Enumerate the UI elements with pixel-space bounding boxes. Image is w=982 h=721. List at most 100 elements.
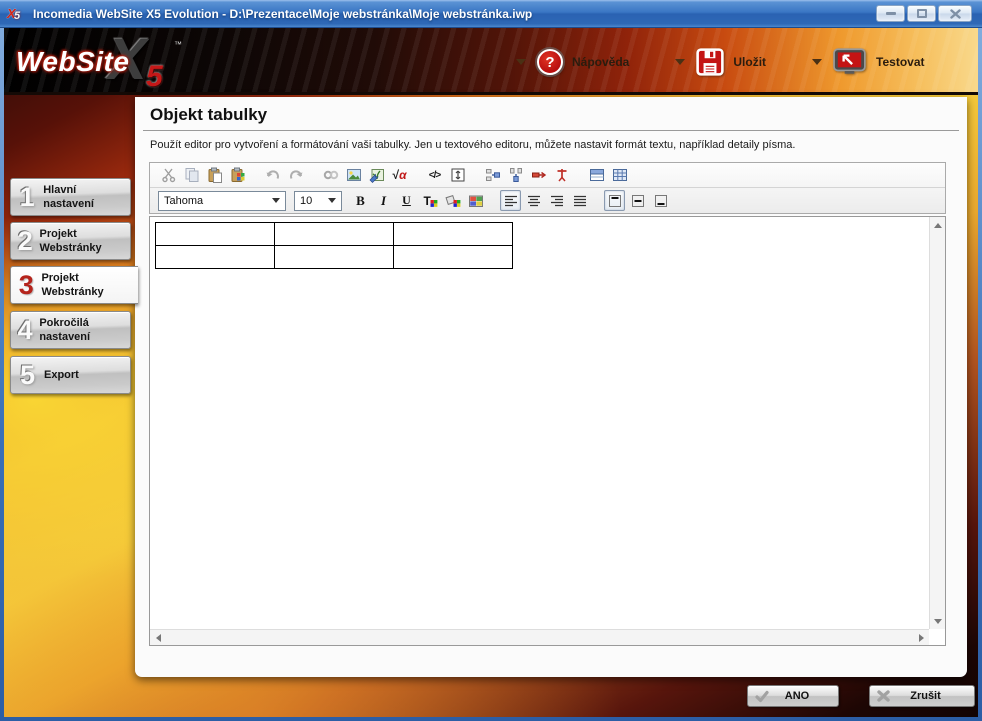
scroll-right-button[interactable] bbox=[913, 630, 929, 646]
step-number: 3 bbox=[11, 272, 41, 299]
sidebar-step-1[interactable]: 1Hlavní nastavení bbox=[10, 178, 131, 216]
svg-text:T: T bbox=[423, 194, 431, 208]
align-left-button[interactable] bbox=[500, 190, 521, 211]
paste-button[interactable] bbox=[204, 165, 225, 186]
nav-label: Uložit bbox=[733, 55, 766, 69]
step-label: Hlavní nastavení bbox=[43, 183, 130, 212]
split-cells-icon bbox=[554, 167, 570, 183]
help-nav-button[interactable]: ?Nápověda bbox=[516, 49, 629, 75]
table-cell[interactable] bbox=[275, 246, 394, 269]
paste-special-button[interactable] bbox=[227, 165, 248, 186]
dropdown-arrow-icon[interactable] bbox=[516, 59, 526, 65]
split-cells-button[interactable] bbox=[551, 165, 572, 186]
text-color-icon: T bbox=[422, 193, 438, 209]
editor-toolbar: √α </> Tahoma 10 BIUT bbox=[149, 162, 946, 214]
insert-column-icon bbox=[508, 167, 524, 183]
bold-button[interactable]: B bbox=[350, 190, 371, 211]
scroll-down-button[interactable] bbox=[930, 613, 946, 629]
image-edit-button[interactable] bbox=[366, 165, 387, 186]
sidebar-step-4[interactable]: 4Pokročilá nastavení bbox=[10, 311, 131, 349]
scroll-up-button[interactable] bbox=[930, 217, 946, 233]
website-x5-logo: X WebSite 5 ™ bbox=[16, 38, 206, 90]
arrow-up-icon bbox=[934, 223, 942, 228]
arrow-down-icon bbox=[934, 619, 942, 624]
object-size-icon bbox=[450, 167, 466, 183]
italic-icon: I bbox=[381, 193, 386, 209]
format-buttons: BIUT bbox=[350, 190, 673, 211]
page-title: Objekt tabulky bbox=[150, 105, 952, 125]
sidebar-step-3[interactable]: 3Projekt Webstránky bbox=[10, 266, 138, 304]
toolbar-separator bbox=[470, 165, 482, 185]
test-nav-button[interactable]: Testovat bbox=[812, 48, 924, 76]
align-justify-icon bbox=[572, 193, 588, 209]
font-size-select[interactable]: 10 bbox=[294, 191, 342, 211]
sidebar-step-5[interactable]: 5Export bbox=[10, 356, 131, 394]
insert-column-button[interactable] bbox=[505, 165, 526, 186]
undo-button[interactable] bbox=[262, 165, 283, 186]
ok-button[interactable]: ANO bbox=[747, 685, 839, 707]
cell-properties-button[interactable] bbox=[609, 165, 630, 186]
align-right-button[interactable] bbox=[546, 190, 567, 211]
cell-properties-icon bbox=[612, 167, 628, 183]
valign-middle-button[interactable] bbox=[627, 190, 648, 211]
dropdown-arrow-icon[interactable] bbox=[812, 59, 822, 65]
content-table bbox=[155, 222, 513, 269]
horizontal-scrollbar[interactable] bbox=[150, 629, 929, 645]
align-center-button[interactable] bbox=[523, 190, 544, 211]
fill-color-button[interactable] bbox=[442, 190, 463, 211]
step-number: 2 bbox=[11, 228, 39, 255]
table-editor-area[interactable] bbox=[149, 216, 946, 646]
table-cell[interactable] bbox=[275, 223, 394, 246]
save-nav-button[interactable]: Uložit bbox=[675, 48, 766, 76]
html-code-button[interactable]: </> bbox=[424, 165, 445, 186]
close-button[interactable] bbox=[938, 5, 972, 22]
align-justify-button[interactable] bbox=[569, 190, 590, 211]
table-cell[interactable] bbox=[156, 246, 275, 269]
italic-button[interactable]: I bbox=[373, 190, 394, 211]
undo-icon bbox=[265, 167, 281, 183]
insert-row-button[interactable] bbox=[482, 165, 503, 186]
cut-button[interactable] bbox=[158, 165, 179, 186]
object-size-button[interactable] bbox=[447, 165, 468, 186]
app-content: X WebSite 5 ™ ?Nápověda Uložit Testovat 1H… bbox=[4, 28, 978, 717]
scroll-left-button[interactable] bbox=[150, 630, 166, 646]
image-button[interactable] bbox=[343, 165, 364, 186]
redo-button[interactable] bbox=[285, 165, 306, 186]
nav-label: Nápověda bbox=[572, 55, 629, 69]
header-bar: X WebSite 5 ™ ?Nápověda Uložit Testovat bbox=[4, 28, 978, 95]
formula-button[interactable]: √α bbox=[389, 165, 410, 186]
valign-top-button[interactable] bbox=[604, 190, 625, 211]
copy-button[interactable] bbox=[181, 165, 202, 186]
maximize-button[interactable] bbox=[907, 5, 936, 22]
valign-bottom-button[interactable] bbox=[650, 190, 671, 211]
font-family-select[interactable]: Tahoma bbox=[158, 191, 286, 211]
sidebar-step-2[interactable]: 2Projekt Webstránky bbox=[10, 222, 131, 260]
underline-button[interactable]: U bbox=[396, 190, 417, 211]
cancel-button[interactable]: Zrušit bbox=[869, 685, 975, 707]
align-center-icon bbox=[526, 193, 542, 209]
step-number: 1 bbox=[11, 184, 43, 211]
cell-style-button[interactable] bbox=[465, 190, 486, 211]
html-code-icon: </> bbox=[427, 167, 443, 183]
maximize-icon bbox=[917, 9, 927, 18]
formula-icon: √α bbox=[392, 167, 408, 183]
merge-cells-button[interactable] bbox=[528, 165, 549, 186]
minimize-button[interactable] bbox=[876, 5, 905, 22]
align-left-icon bbox=[503, 193, 519, 209]
table-properties-button[interactable] bbox=[586, 165, 607, 186]
nav-label: Testovat bbox=[876, 55, 924, 69]
link-button[interactable] bbox=[320, 165, 341, 186]
main-panel: Objekt tabulky Použít editor pro vytvoře… bbox=[135, 97, 967, 677]
vertical-scrollbar[interactable] bbox=[929, 217, 945, 629]
table-cell[interactable] bbox=[394, 223, 513, 246]
redo-icon bbox=[288, 167, 304, 183]
valign-top-icon bbox=[607, 193, 623, 209]
save-icon bbox=[696, 48, 724, 76]
table-cell[interactable] bbox=[394, 246, 513, 269]
arrow-right-icon bbox=[919, 634, 924, 642]
dropdown-arrow-icon[interactable] bbox=[675, 59, 685, 65]
step-number: 5 bbox=[11, 362, 44, 389]
text-color-button[interactable]: T bbox=[419, 190, 440, 211]
step-label: Export bbox=[44, 368, 81, 382]
table-cell[interactable] bbox=[156, 223, 275, 246]
